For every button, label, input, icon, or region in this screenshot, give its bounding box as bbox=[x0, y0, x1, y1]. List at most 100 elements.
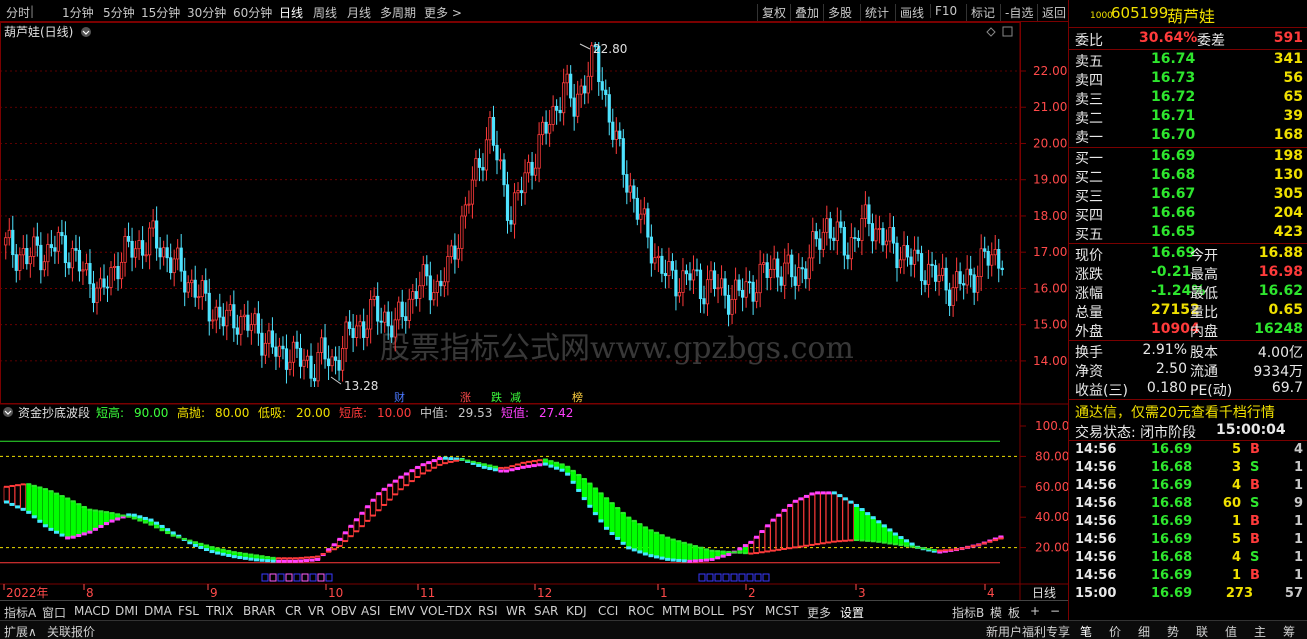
indicator-tab--a[interactable]: 指标A bbox=[4, 604, 36, 621]
quote-panel-tab[interactable]: 势 bbox=[1167, 623, 1179, 639]
indicator-tab-vol-tdx[interactable]: VOL-TDX bbox=[420, 604, 472, 618]
add-favorite-button[interactable]: -自选 bbox=[1000, 4, 1033, 21]
chevron-down-icon[interactable] bbox=[3, 407, 13, 417]
indicator-tab--[interactable]: 更多 bbox=[807, 604, 831, 621]
indicator-tab-cci[interactable]: CCI bbox=[598, 604, 618, 618]
statistics-button[interactable]: 统计 bbox=[860, 4, 889, 21]
candle bbox=[979, 234, 983, 291]
indicator-tab-asi[interactable]: ASI bbox=[361, 604, 380, 618]
mid-line-point bbox=[642, 526, 648, 529]
period-tab-1min[interactable]: 1分钟 bbox=[62, 4, 94, 21]
indicator-tab-rsi[interactable]: RSI bbox=[478, 604, 498, 618]
more-periods-menu[interactable]: 更多 > bbox=[424, 4, 462, 21]
candle bbox=[155, 206, 159, 261]
window-toggle-icon[interactable] bbox=[1002, 26, 1013, 37]
short-line-point bbox=[609, 532, 615, 536]
short-line-point bbox=[531, 464, 537, 468]
bottom-right-control[interactable]: + bbox=[1030, 604, 1040, 618]
quote-panel-tab[interactable]: 联 bbox=[1196, 623, 1208, 639]
bottom-right-control[interactable]: 指标B bbox=[952, 604, 984, 621]
quote-panel-tab[interactable]: 筹 bbox=[1283, 623, 1295, 639]
bottom-right-control[interactable]: 板 bbox=[1008, 604, 1020, 621]
expand-button[interactable]: 扩展∧ bbox=[4, 623, 37, 639]
candle bbox=[165, 234, 169, 273]
candle bbox=[232, 290, 236, 342]
related-quotes-button[interactable]: 关联报价 bbox=[47, 623, 95, 639]
indicator-tab-mtm[interactable]: MTM bbox=[662, 604, 690, 618]
indicator-tab-mcst[interactable]: MCST bbox=[765, 604, 799, 618]
indicator-tab-dmi[interactable]: DMI bbox=[115, 604, 138, 618]
restore-rights-button[interactable]: 复权 bbox=[757, 4, 786, 21]
draw-line-button[interactable]: 画线 bbox=[895, 4, 924, 21]
period-tab-daily[interactable]: 日线 bbox=[279, 4, 303, 21]
multi-stock-button[interactable]: 多股 bbox=[823, 4, 852, 21]
period-tab-intraday[interactable]: 分时 bbox=[6, 4, 30, 21]
event-marker[interactable]: 跌 bbox=[491, 390, 502, 404]
candle bbox=[130, 227, 134, 272]
overlay-button[interactable]: 叠加 bbox=[790, 4, 819, 21]
indicator-tab-roc[interactable]: ROC bbox=[628, 604, 654, 618]
indicator-tab-wr[interactable]: WR bbox=[506, 604, 526, 618]
mid-line-point bbox=[509, 465, 515, 468]
event-marker[interactable]: 财 bbox=[394, 390, 405, 404]
chevron-down-icon[interactable] bbox=[81, 27, 91, 37]
ad-banner[interactable]: 通达信，仅需20元查看千档行情 bbox=[1073, 402, 1305, 422]
indicator-tab-brar[interactable]: BRAR bbox=[243, 604, 276, 618]
indicator-tab-sar[interactable]: SAR bbox=[534, 604, 558, 618]
quote-panel-tab[interactable]: 价 bbox=[1109, 623, 1121, 639]
candle bbox=[849, 223, 853, 271]
indicator-tab-macd[interactable]: MACD bbox=[74, 604, 110, 618]
quote-panel-tab[interactable]: 值 bbox=[1225, 623, 1237, 639]
back-button[interactable]: 返回 bbox=[1037, 4, 1066, 21]
period-tab-30min[interactable]: 30分钟 bbox=[187, 4, 226, 21]
indicator-tab-kdj[interactable]: KDJ bbox=[566, 604, 587, 618]
short-line-point bbox=[659, 556, 665, 560]
period-tab-multi[interactable]: 多周期 bbox=[380, 4, 416, 21]
mid-line-point bbox=[181, 537, 187, 540]
mark-button[interactable]: 标记 bbox=[966, 4, 995, 21]
signal-box bbox=[738, 573, 746, 582]
period-tab-5min[interactable]: 5分钟 bbox=[103, 4, 135, 21]
quote-panel-tab[interactable]: 细 bbox=[1138, 623, 1150, 639]
period-tab-15min[interactable]: 15分钟 bbox=[141, 4, 180, 21]
falling-bar bbox=[620, 512, 626, 544]
bottom-right-control[interactable]: − bbox=[1050, 604, 1060, 618]
short-line-point bbox=[115, 517, 121, 521]
indicator-tab-fsl[interactable]: FSL bbox=[178, 604, 199, 618]
short-line-point bbox=[604, 526, 609, 530]
promo-link[interactable]: 新用户福利专享 bbox=[986, 623, 1070, 639]
period-tab-60min[interactable]: 60分钟 bbox=[233, 4, 272, 21]
period-tab-weekly[interactable]: 周线 bbox=[313, 4, 337, 21]
f10-button[interactable]: F10 bbox=[930, 4, 957, 18]
short-line-point bbox=[776, 513, 782, 517]
event-marker[interactable]: 减 bbox=[510, 391, 521, 404]
indicator-tab-vr[interactable]: VR bbox=[308, 604, 325, 618]
indicator-tab-trix[interactable]: TRIX bbox=[206, 604, 233, 618]
event-marker[interactable]: 涨 bbox=[460, 391, 471, 404]
mid-line-point bbox=[765, 550, 771, 553]
indicator-tab-cr[interactable]: CR bbox=[285, 604, 302, 618]
candle bbox=[35, 222, 39, 257]
candle bbox=[600, 67, 604, 100]
event-marker[interactable]: 榜 bbox=[572, 390, 583, 404]
candle bbox=[316, 342, 320, 387]
candle bbox=[112, 253, 117, 281]
indicator-tab-psy[interactable]: PSY bbox=[732, 604, 754, 618]
rising-bar bbox=[353, 519, 360, 532]
bottom-right-control[interactable]: 模 bbox=[990, 604, 1002, 621]
quote-panel-tab[interactable]: 笔 bbox=[1080, 623, 1092, 639]
mid-line-point bbox=[615, 507, 621, 510]
indicator-tab-obv[interactable]: OBV bbox=[331, 604, 357, 618]
indicator-tab-emv[interactable]: EMV bbox=[389, 604, 415, 618]
quote-panel-tab[interactable]: 主 bbox=[1254, 623, 1266, 639]
period-tab-monthly[interactable]: 月线 bbox=[347, 4, 371, 21]
chart-area[interactable]: 22.00 21.00 20.00 19.00 18.00 17.00 16.00 15.00… bbox=[0, 22, 1068, 600]
diamond-icon[interactable] bbox=[986, 27, 996, 37]
falling-bar bbox=[615, 508, 621, 539]
indicator-tab--[interactable]: 窗口 bbox=[42, 604, 66, 621]
indicator-tab--[interactable]: 设置 bbox=[840, 604, 864, 621]
indicator-tab-boll[interactable]: BOLL bbox=[693, 604, 724, 618]
indicator-tab-dma[interactable]: DMA bbox=[144, 604, 172, 618]
candle bbox=[516, 182, 520, 201]
candle bbox=[439, 270, 443, 297]
